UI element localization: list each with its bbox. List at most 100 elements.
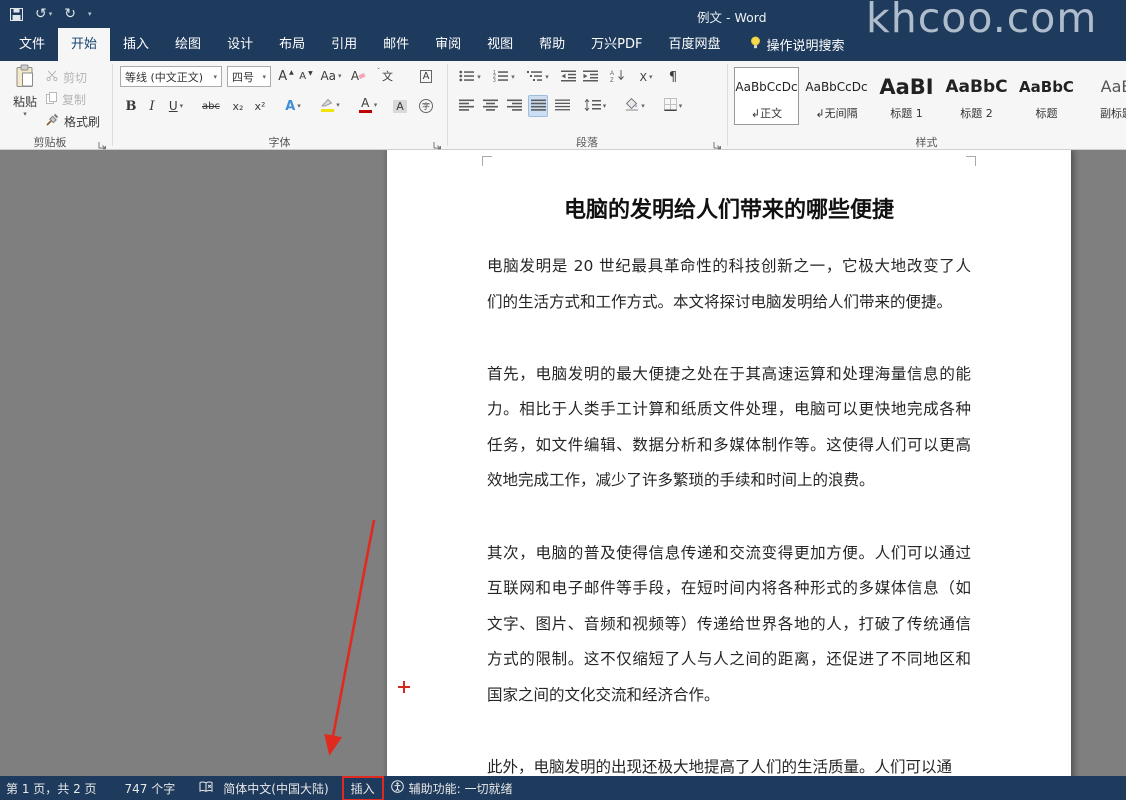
style-card-0[interactable]: AaBbCcDc↲正文 <box>734 67 799 125</box>
tell-me-search[interactable]: 操作说明搜索 <box>750 28 845 61</box>
multilevel-list-button[interactable]: ▾ <box>524 66 552 88</box>
bullets-button[interactable]: ▾ <box>456 66 484 88</box>
tab-layout[interactable]: 布局 <box>266 28 318 61</box>
document-line[interactable]: 任务，如文件编辑、数据分析和多媒体制作等。这使得人们可以更高 <box>487 428 971 464</box>
underline-button[interactable]: U▾ <box>163 95 189 117</box>
asian-layout-button[interactable]: X▾ <box>634 66 658 88</box>
document-line[interactable]: 国家之间的文化交流和经济合作。 <box>487 678 971 714</box>
style-card-2[interactable]: AaBI标题 1 <box>874 67 939 125</box>
style-card-5[interactable]: AaB副标题 <box>1084 67 1126 125</box>
font-name-combo[interactable]: 等线 (中文正文) ▾ <box>120 66 222 87</box>
borders-button[interactable]: ▾ <box>658 95 688 117</box>
svg-text:Z: Z <box>610 78 614 82</box>
document-line[interactable]: 们的生活方式和工作方式。本文将探讨电脑发明给人们带来的便捷。 <box>487 285 971 321</box>
document-title[interactable]: 电脑的发明给人们带来的哪些便捷 <box>487 192 971 224</box>
document-line[interactable]: 首先，电脑发明的最大便捷之处在于其高速运算和处理海量信息的能 <box>487 357 971 393</box>
tab-help[interactable]: 帮助 <box>526 28 578 61</box>
strikethrough-button[interactable]: abc <box>198 95 224 117</box>
shrink-font-button[interactable]: A▼ <box>297 65 315 87</box>
change-case-button[interactable]: Aa▾ <box>319 65 343 87</box>
style-card-1[interactable]: AaBbCcDc↲无间隔 <box>804 67 869 125</box>
document-line[interactable]: 效地完成工作，减少了许多繁琐的手续和时间上的浪费。 <box>487 463 971 499</box>
tab-review[interactable]: 审阅 <box>422 28 474 61</box>
copy-button[interactable]: 复制 <box>46 89 86 109</box>
tell-me-label: 操作说明搜索 <box>767 35 845 54</box>
document-line[interactable]: 其次，电脑的普及使得信息传递和交流变得更加方便。人们可以通过 <box>487 536 971 572</box>
text-highlight-button[interactable]: ▾ <box>314 94 346 116</box>
document-line[interactable]: 电脑发明是 20 世纪最具革命性的科技创新之一，它极大地改变了人 <box>487 249 971 285</box>
superscript-button[interactable]: x² <box>250 95 270 117</box>
copy-icon <box>46 92 57 107</box>
tab-references[interactable]: 引用 <box>318 28 370 61</box>
line-spacing-button[interactable]: ▾ <box>580 95 610 117</box>
cut-button[interactable]: 剪切 <box>46 67 87 87</box>
document-line[interactable]: 方式的限制。这不仅缩短了人与人之间的距离，还促进了不同地区和 <box>487 642 971 678</box>
italic-button[interactable]: I <box>145 95 159 117</box>
justify-button[interactable] <box>528 95 548 117</box>
tab-baidu-netdisk[interactable]: 百度网盘 <box>656 28 734 61</box>
increase-indent-button[interactable] <box>580 66 600 88</box>
clipboard-dialog-launcher[interactable] <box>98 135 108 145</box>
align-center-button[interactable] <box>480 95 500 117</box>
font-dialog-launcher[interactable] <box>433 135 443 145</box>
tab-design[interactable]: 设计 <box>214 28 266 61</box>
customize-qat-dropdown[interactable]: ▾ <box>88 10 92 18</box>
document-page[interactable]: 电脑的发明给人们带来的哪些便捷 电脑发明是 20 世纪最具革命性的科技创新之一，… <box>387 150 1071 776</box>
align-right-button[interactable] <box>504 95 524 117</box>
accessibility-status[interactable]: 辅助功能: 一切就绪 <box>391 780 513 797</box>
page-number-indicator[interactable]: 第 1 页，共 2 页 <box>6 780 97 797</box>
align-left-button[interactable] <box>456 95 476 117</box>
font-size-combo[interactable]: 四号 ▾ <box>227 66 271 87</box>
quick-access-toolbar: ↺▾ ↻ ▾ <box>10 0 92 28</box>
justify-icon <box>531 99 546 114</box>
phonetic-guide-button[interactable]: ˇ文 <box>374 65 396 87</box>
paragraph-1: 首先，电脑发明的最大便捷之处在于其高速运算和处理海量信息的能力。相比于人类手工计… <box>487 357 971 499</box>
tab-home[interactable]: 开始 <box>58 28 110 61</box>
language-indicator[interactable]: 简体中文(中国大陆) <box>223 780 328 797</box>
document-line[interactable]: 文字、图片、音频和视频等）传递给世界各地的人，打破了传统通信 <box>487 607 971 643</box>
tab-wanxing-pdf[interactable]: 万兴PDF <box>578 28 655 61</box>
bold-button[interactable]: B <box>122 95 140 117</box>
shading-button[interactable]: ▾ <box>620 95 650 117</box>
subscript-button[interactable]: x₂ <box>228 95 248 117</box>
character-shading-button[interactable]: A <box>390 95 410 117</box>
grow-font-button[interactable]: A▲ <box>277 65 295 87</box>
numbering-button[interactable]: 123 ▾ <box>490 66 518 88</box>
style-card-4[interactable]: AaBbC标题 <box>1014 67 1079 125</box>
margin-crop-mark <box>482 156 492 166</box>
tab-view[interactable]: 视图 <box>474 28 526 61</box>
style-card-3[interactable]: AaBbC标题 2 <box>944 67 1009 125</box>
insert-mode-indicator[interactable]: 插入 <box>349 780 377 797</box>
undo-button[interactable]: ↺▾ <box>35 6 52 22</box>
format-painter-icon <box>46 113 59 129</box>
highlight-icon <box>320 98 334 112</box>
decrease-indent-button[interactable] <box>558 66 578 88</box>
enclose-characters-button[interactable]: 字 <box>416 95 436 117</box>
tab-draw[interactable]: 绘图 <box>162 28 214 61</box>
paragraph-dialog-launcher[interactable] <box>713 135 723 145</box>
save-icon[interactable] <box>10 8 23 21</box>
style-name: 标题 2 <box>960 105 993 121</box>
styles-gallery: AaBbCcDc↲正文AaBbCcDc↲无间隔AaBI标题 1AaBbC标题 2… <box>734 67 1126 127</box>
redo-button[interactable]: ↻ <box>64 6 76 22</box>
paste-button[interactable]: 粘贴 ▾ <box>5 64 45 132</box>
tab-file[interactable]: 文件 <box>6 28 58 61</box>
text-effects-button[interactable]: A▾ <box>280 95 306 117</box>
document-line[interactable]: 互联网和电子邮件等手段，在短时间内将各种形式的多媒体信息（如 <box>487 571 971 607</box>
document-line[interactable]: 力。相比于人类手工计算和纸质文件处理，电脑可以更快地完成各种 <box>487 392 971 428</box>
tab-mailings[interactable]: 邮件 <box>370 28 422 61</box>
document-line[interactable]: 此外，电脑发明的出现还极大地提高了人们的生活质量。人们可以通 <box>487 750 971 776</box>
sort-button[interactable]: AZ <box>606 66 628 88</box>
character-border-button[interactable]: A <box>416 65 436 87</box>
show-hide-marks-button[interactable]: ¶ <box>664 66 682 88</box>
proofing-status-icon[interactable] <box>199 781 213 796</box>
align-left-icon <box>459 99 474 114</box>
borders-icon <box>664 98 677 114</box>
distribute-button[interactable] <box>552 95 572 117</box>
clear-formatting-button[interactable]: A <box>348 65 368 87</box>
tab-insert[interactable]: 插入 <box>110 28 162 61</box>
font-color-button[interactable]: A ▾ <box>354 94 382 116</box>
format-painter-button[interactable]: 格式刷 <box>46 111 100 131</box>
word-count[interactable]: 747 个字 <box>125 780 176 797</box>
align-center-icon <box>483 99 498 114</box>
